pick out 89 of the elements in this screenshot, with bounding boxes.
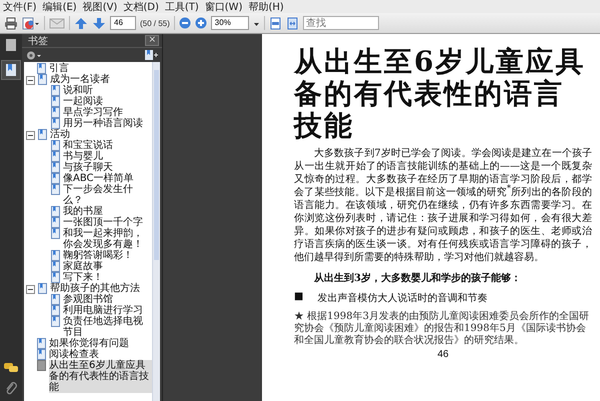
bookmark-icon bbox=[37, 338, 46, 349]
bookmark-icon bbox=[51, 96, 60, 107]
zoom-in-icon[interactable] bbox=[194, 17, 207, 29]
bookmark-icon bbox=[38, 129, 47, 140]
bookmark-item[interactable]: 写下来！ bbox=[63, 272, 152, 283]
collapse-toggle[interactable] bbox=[26, 131, 35, 140]
bookmark-icon bbox=[51, 305, 60, 316]
bookmark-icon bbox=[51, 85, 60, 96]
bookmark-item[interactable]: 一起阅读 bbox=[63, 96, 152, 107]
bookmark-icon bbox=[37, 349, 46, 360]
bullet-text: 发出声音模仿大人说话时的音调和节奏 bbox=[317, 292, 488, 305]
bookmark-icon bbox=[51, 250, 60, 261]
bookmark-item[interactable]: 如果你觉得有问题 bbox=[49, 338, 152, 349]
bookmark-item[interactable]: 像ABC一样简单 bbox=[63, 173, 152, 184]
fit-page-icon[interactable] bbox=[268, 16, 282, 30]
bookmark-icon bbox=[5, 63, 17, 77]
bookmark-icon bbox=[51, 217, 60, 228]
bookmark-icon bbox=[51, 272, 60, 283]
zoom-out-icon[interactable] bbox=[178, 17, 191, 29]
menu-item[interactable]: 文件(F) bbox=[3, 0, 37, 14]
scrollbar[interactable] bbox=[152, 62, 160, 401]
bookmark-item[interactable]: 书与婴儿 bbox=[63, 151, 152, 162]
bookmark-item[interactable]: 成为一名读者 bbox=[50, 74, 152, 85]
pages-icon[interactable] bbox=[5, 38, 17, 52]
menu-item[interactable]: 帮助(H) bbox=[248, 0, 284, 14]
section-heading: 从出生到3岁，大多数婴儿和学步的孩子能够： bbox=[314, 272, 522, 285]
previous-page-icon[interactable] bbox=[74, 16, 88, 30]
page-number: 46 bbox=[436, 349, 450, 360]
zoom-field[interactable]: 30% bbox=[210, 16, 249, 30]
page-count: (50 / 55) bbox=[140, 18, 170, 28]
footnote: ★ 根据1998年3月发表的由预防儿童阅读困难委员会所作的全国研究协会《预防儿童阅读困难》的报告和1998年5月《国际读书协会和全国儿童教育协会的联合状况报告》的研究结果。 bbox=[294, 311, 590, 347]
bookmark-item[interactable]: 从出生至6岁儿童应具备的有代表性的语言技能 bbox=[49, 360, 152, 393]
close-button[interactable]: × bbox=[145, 35, 159, 46]
bullet-marker: ■ bbox=[294, 291, 304, 304]
bookmark-item[interactable]: 和我一起来押韵，你会发现多有趣！ bbox=[63, 228, 152, 250]
options-gear-icon[interactable] bbox=[26, 50, 42, 60]
collapse-toggle[interactable] bbox=[26, 285, 35, 294]
print-icon[interactable] bbox=[4, 16, 18, 30]
bookmark-item[interactable]: 阅读检查表 bbox=[49, 349, 152, 360]
bookmark-item[interactable]: 利用电脑进行学习 bbox=[63, 305, 152, 316]
bookmark-icon bbox=[51, 173, 60, 184]
bookmark-icon bbox=[51, 228, 60, 239]
bookmark-item[interactable]: 一张图顶一千个字 bbox=[63, 217, 152, 228]
menu-item[interactable]: 窗口(W) bbox=[204, 0, 242, 14]
panel-title: 书签 bbox=[28, 34, 48, 48]
new-bookmark-icon[interactable] bbox=[144, 49, 158, 61]
menu-item[interactable]: 工具(T) bbox=[164, 0, 199, 14]
bookmark-icon bbox=[38, 283, 47, 294]
bookmark-item[interactable]: 我的书屋 bbox=[63, 206, 152, 217]
bookmark-item[interactable]: 家庭故事 bbox=[63, 261, 152, 272]
body-paragraph: 大多数孩子到7岁时已学会了阅读。学会阅读是建立在一个孩子从一出生就开始了的语言技能训练的基础上的——这是一个既复杂又惊奇的过程。大多数孩子在经历了早期的语言学习阶段后，都学会了某些技能。以下是根据目前这一领域的研究$^{*}$所列出的各阶段的语言能力。在该领域，研究仍在继续，仍有许多东西需要学习。在你浏览这份列表时，请记住：孩子进展和学习得如何，会有很大差异。如果你对孩子的进步有疑问或顾虑，和孩子的医生、老师或治疗语言疾病的医生谈一谈。对有任何残疾或语言学习障碍的孩子，他们越早得到所需要的特殊帮助，学习对他们就越容易。 bbox=[294, 147, 592, 264]
bookmark-item[interactable]: 引言 bbox=[49, 63, 152, 74]
bookmark-icon bbox=[51, 294, 60, 305]
bookmark-icon bbox=[51, 316, 60, 327]
bookmark-icon bbox=[38, 74, 47, 85]
bookmark-item[interactable]: 说和听 bbox=[63, 85, 152, 96]
bookmark-item[interactable]: 鞠躬答谢喝彩！ bbox=[63, 250, 152, 261]
menu-item[interactable]: 编辑(E) bbox=[42, 0, 77, 14]
bookmark-icon bbox=[51, 151, 60, 162]
bookmark-item[interactable]: 下一步会发生什么？ bbox=[63, 184, 152, 206]
bookmark-item[interactable]: 与孩子聊天 bbox=[63, 162, 152, 173]
bookmark-icon bbox=[51, 261, 60, 272]
page-number-field[interactable]: 46 bbox=[110, 16, 136, 30]
fit-width-icon[interactable] bbox=[286, 16, 299, 30]
bookmark-icon bbox=[51, 140, 60, 151]
next-page-icon[interactable] bbox=[92, 16, 106, 30]
menu-item[interactable]: 文档(D) bbox=[123, 0, 159, 14]
comments-icon[interactable] bbox=[4, 362, 18, 373]
bookmark-item[interactable]: 活动 bbox=[50, 129, 152, 140]
bookmarks-tab[interactable] bbox=[1, 60, 21, 80]
bookmark-icon bbox=[51, 107, 60, 118]
bookmark-item[interactable]: 早点学习写作 bbox=[63, 107, 152, 118]
bookmark-icon bbox=[51, 118, 60, 129]
bookmark-item[interactable]: 参观图书馆 bbox=[63, 294, 152, 305]
bookmark-icon bbox=[51, 184, 60, 195]
bookmark-icon bbox=[51, 206, 60, 217]
bookmark-icon bbox=[51, 162, 60, 173]
bookmark-item[interactable]: 和宝宝说话 bbox=[63, 140, 152, 151]
bookmark-icon bbox=[37, 63, 46, 74]
create-pdf-icon[interactable] bbox=[22, 16, 40, 30]
collapse-toggle[interactable] bbox=[26, 76, 35, 85]
document-title: 从出生至6岁儿童应具备的有代表性的语言技能 bbox=[294, 46, 586, 142]
selected-bookmark-icon bbox=[37, 360, 46, 371]
bookmark-item[interactable]: 负责任地选择电视节目 bbox=[63, 316, 152, 338]
paperclip-icon[interactable] bbox=[5, 381, 17, 395]
search-field[interactable]: 查找 bbox=[302, 16, 379, 30]
bookmark-item[interactable]: 帮助孩子的其他方法 bbox=[50, 283, 152, 294]
menu-item[interactable]: 视图(V) bbox=[82, 0, 118, 14]
bookmark-item[interactable]: 用另一种语言阅读 bbox=[63, 118, 152, 129]
